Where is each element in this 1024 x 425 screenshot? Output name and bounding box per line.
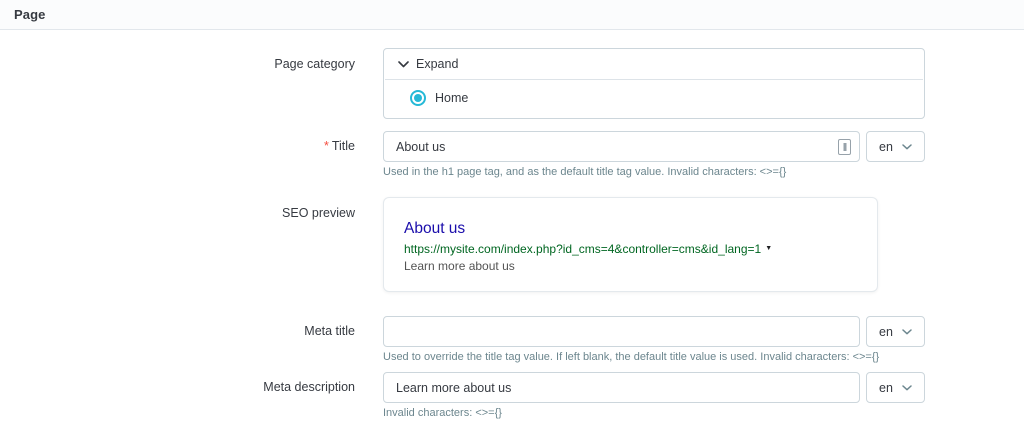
chevron-down-icon [902,385,912,391]
meta-description-language-dropdown[interactable]: en [866,372,925,403]
title-language-value: en [879,140,893,154]
meta-title-input[interactable] [383,316,860,347]
seo-preview-url: https://mysite.com/index.php?id_cms=4&co… [404,241,857,257]
panel-header: Page [0,0,1024,30]
chevron-down-icon [398,61,409,68]
category-option-home[interactable]: Home [384,80,924,118]
seo-preview-title: About us [404,219,857,238]
title-help-text: Used in the h1 page tag, and as the defa… [383,166,1024,178]
category-expand-label: Expand [416,57,458,71]
meta-title-label: Meta title [0,316,355,363]
meta-title-language-dropdown[interactable]: en [866,316,925,347]
chevron-down-icon [902,329,912,335]
meta-description-control: en Invalid characters: <>={} [383,372,1024,419]
chevron-down-icon [902,144,912,150]
panel-title: Page [14,7,45,22]
title-language-dropdown[interactable]: en [866,131,925,162]
text-field-icon [838,139,851,155]
category-tree-box: Expand Home [383,48,925,119]
title-label: *Title [0,131,355,178]
meta-description-label: Meta description [0,372,355,419]
form-row-meta-title: Meta title en Used to override the title… [0,316,1024,363]
title-input-line: en [383,131,1024,162]
seo-preview-label: SEO preview [0,197,355,292]
form-row-page-category: Page category Expand Home [0,48,1024,119]
meta-description-input-line: en [383,372,1024,403]
category-expand-toggle[interactable]: Expand [384,49,924,79]
meta-description-language-value: en [879,381,893,395]
meta-title-input-line: en [383,316,1024,347]
caret-down-icon: ▼ [765,245,772,252]
seo-preview-box: About us https://mysite.com/index.php?id… [383,197,878,292]
page-category-label: Page category [0,48,355,119]
page-form-panel: Page Page category Expand Home [0,0,1024,425]
radio-selected-icon[interactable] [410,90,426,106]
meta-title-control: en Used to override the title tag value.… [383,316,1024,363]
meta-title-language-value: en [879,325,893,339]
meta-title-help-text: Used to override the title tag value. If… [383,351,1024,363]
seo-preview-description: Learn more about us [404,258,857,274]
title-label-text: Title [332,139,355,153]
page-category-control: Expand Home [383,48,1024,119]
seo-preview-url-text: https://mysite.com/index.php?id_cms=4&co… [404,242,761,256]
category-option-label: Home [435,91,468,105]
form-row-seo-preview: SEO preview About us https://mysite.com/… [0,197,1024,292]
meta-description-help-text: Invalid characters: <>={} [383,407,1024,419]
meta-description-input-wrap [383,372,860,403]
title-input[interactable] [383,131,860,162]
seo-preview-control: About us https://mysite.com/index.php?id… [383,197,1024,292]
form-row-meta-description: Meta description en Invalid characters: … [0,372,1024,419]
title-input-wrap [383,131,860,162]
required-asterisk: * [324,139,329,153]
panel-body: Page category Expand Home [0,30,1024,419]
meta-title-input-wrap [383,316,860,347]
form-row-title: *Title en Used in the h1 page tag, an [0,131,1024,178]
meta-description-input[interactable] [383,372,860,403]
title-control: en Used in the h1 page tag, and as the d… [383,131,1024,178]
